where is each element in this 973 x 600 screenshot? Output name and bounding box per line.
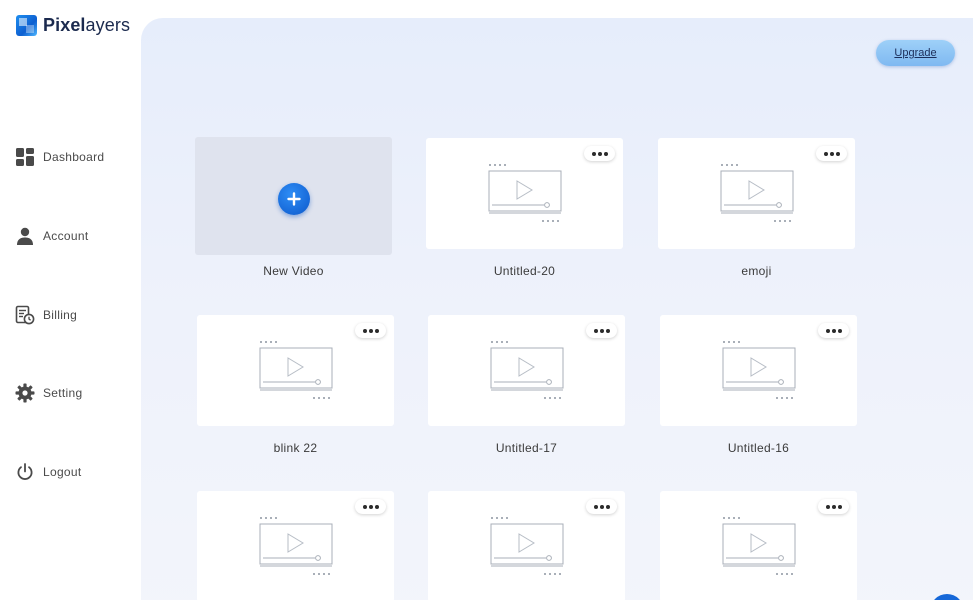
sidebar-item-label: Dashboard (43, 150, 105, 164)
more-options-button[interactable] (818, 323, 849, 338)
power-icon (15, 462, 35, 482)
project-card[interactable] (428, 491, 625, 600)
project-thumbnail[interactable] (428, 315, 625, 426)
dashboard-icon (15, 147, 35, 167)
plus-icon (287, 192, 301, 206)
gear-icon (15, 383, 35, 403)
project-card[interactable] (660, 491, 857, 600)
sidebar-item-label: Account (43, 229, 89, 243)
add-video-button[interactable] (278, 183, 310, 215)
project-thumbnail[interactable] (660, 315, 857, 426)
more-options-button[interactable] (355, 499, 386, 514)
project-card[interactable]: Untitled-16 (660, 315, 857, 455)
video-placeholder-icon (488, 164, 562, 222)
video-placeholder-icon (490, 341, 564, 399)
more-options-button[interactable] (586, 499, 617, 514)
sidebar-item-account[interactable]: Account (15, 226, 88, 246)
logo-text: Pixelayers (43, 15, 131, 35)
project-thumbnail[interactable] (658, 138, 855, 249)
video-placeholder-icon (259, 517, 333, 575)
more-options-button[interactable] (584, 146, 615, 161)
project-card[interactable]: Untitled-20 (426, 138, 623, 278)
more-options-button[interactable] (816, 146, 847, 161)
upgrade-button[interactable]: Upgrade (876, 40, 955, 66)
project-thumbnail[interactable] (197, 491, 394, 600)
project-card[interactable]: blink 22 (197, 315, 394, 455)
project-card[interactable]: Untitled-17 (428, 315, 625, 455)
sidebar-item-dashboard[interactable]: Dashboard (15, 147, 104, 167)
project-title: Untitled-16 (727, 441, 790, 455)
project-title: blink 22 (273, 441, 318, 455)
project-thumbnail[interactable] (428, 491, 625, 600)
sidebar: Pixelayers Dashboard Account Billing Set… (0, 0, 140, 600)
more-options-button[interactable] (586, 323, 617, 338)
video-placeholder-icon (722, 517, 796, 575)
project-thumbnail[interactable] (426, 138, 623, 249)
sidebar-item-label: Setting (43, 386, 83, 400)
project-title: Untitled-20 (493, 264, 556, 278)
new-video-card[interactable]: New Video (195, 137, 392, 278)
user-icon (15, 226, 35, 246)
new-video-thumbnail[interactable] (195, 137, 392, 255)
more-options-button[interactable] (818, 499, 849, 514)
sidebar-item-label: Billing (43, 308, 78, 322)
billing-icon (15, 305, 35, 325)
sidebar-item-billing[interactable]: Billing (15, 305, 77, 325)
video-placeholder-icon (259, 341, 333, 399)
more-options-button[interactable] (355, 323, 386, 338)
project-card[interactable] (197, 491, 394, 600)
project-thumbnail[interactable] (197, 315, 394, 426)
project-title: emoji (741, 264, 772, 278)
video-placeholder-icon (490, 517, 564, 575)
sidebar-item-label: Logout (43, 465, 82, 479)
sidebar-item-setting[interactable]: Setting (15, 383, 82, 403)
new-video-label: New Video (263, 264, 324, 278)
project-title: Untitled-17 (495, 441, 558, 455)
video-placeholder-icon (722, 341, 796, 399)
project-thumbnail[interactable] (660, 491, 857, 600)
upgrade-label: Upgrade (894, 47, 937, 59)
project-card[interactable]: emoji (658, 138, 855, 278)
sidebar-item-logout[interactable]: Logout (15, 462, 82, 482)
video-placeholder-icon (720, 164, 794, 222)
logo-icon (16, 15, 37, 36)
logo[interactable]: Pixelayers (16, 15, 130, 36)
main-panel: Upgrade New Video Untitled-20 emoji blin… (141, 18, 973, 600)
